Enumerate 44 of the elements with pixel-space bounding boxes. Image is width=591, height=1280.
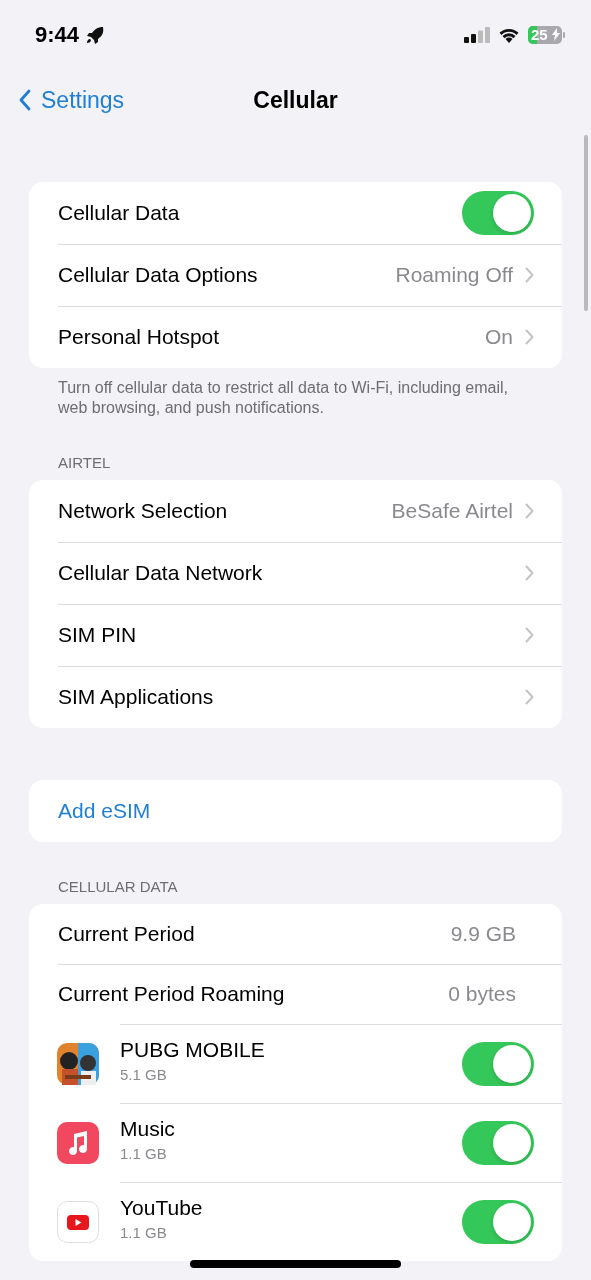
chevron-icon bbox=[525, 267, 534, 283]
data-usage: 1.1 GB bbox=[120, 1224, 168, 1241]
rocket-icon bbox=[85, 25, 106, 45]
row-value: On bbox=[485, 325, 513, 349]
data-usage: 5.1 GB bbox=[120, 1066, 168, 1083]
status-time: 9:44 bbox=[35, 22, 80, 48]
section-footer: Turn off cellular data to restrict all data to Wi-Fi, including email, web browsing, and push notifications. bbox=[0, 368, 591, 418]
toggle-switch[interactable] bbox=[462, 191, 534, 235]
chevron-icon bbox=[525, 329, 534, 345]
wifi-icon bbox=[497, 26, 521, 44]
music-note-icon bbox=[57, 1121, 99, 1164]
toggle-switch[interactable] bbox=[462, 1120, 534, 1165]
row-label: Current Period Roaming bbox=[58, 982, 286, 1006]
toggle-switch[interactable] bbox=[462, 1199, 534, 1244]
row-label[interactable]: Cellular Data Network bbox=[58, 561, 525, 585]
app-name: PUBG MOBILE bbox=[120, 1038, 266, 1062]
section-header: AIRTEL bbox=[57, 453, 112, 473]
chevron-icon bbox=[525, 689, 534, 705]
row-label: Current Period bbox=[58, 922, 196, 946]
page-title: Cellular bbox=[253, 86, 338, 114]
row-label[interactable]: SIM PIN bbox=[58, 623, 525, 647]
row-value: Roaming Off bbox=[395, 263, 513, 287]
row-label[interactable]: Cellular Data Options bbox=[58, 263, 396, 287]
row-value: 9.9 GB bbox=[450, 922, 516, 946]
back-chevron-icon bbox=[19, 89, 31, 111]
play-button-icon bbox=[57, 1200, 99, 1243]
row-label[interactable]: SIM Applications bbox=[58, 685, 525, 709]
toggle-switch[interactable] bbox=[462, 1041, 534, 1086]
back-button[interactable]: Settings bbox=[0, 86, 125, 114]
row-value: BeSafe Airtel bbox=[391, 499, 513, 523]
section-header: CELLULAR DATA bbox=[57, 877, 179, 897]
signal-icon bbox=[464, 27, 490, 43]
app-name: YouTube bbox=[120, 1196, 204, 1220]
app-name: Music bbox=[120, 1117, 176, 1141]
chevron-icon bbox=[525, 627, 534, 643]
row-label[interactable]: Network Selection bbox=[58, 499, 392, 523]
row-label: Cellular Data bbox=[58, 201, 181, 225]
chevron-icon bbox=[525, 503, 534, 519]
row-label[interactable]: Personal Hotspot bbox=[58, 325, 485, 349]
data-usage: 1.1 GB bbox=[120, 1145, 168, 1162]
add-esim-link[interactable]: Add eSIM bbox=[58, 799, 151, 823]
game-app-icon bbox=[57, 1042, 99, 1085]
row-value: 0 bytes bbox=[448, 982, 516, 1006]
chevron-icon bbox=[525, 565, 534, 581]
